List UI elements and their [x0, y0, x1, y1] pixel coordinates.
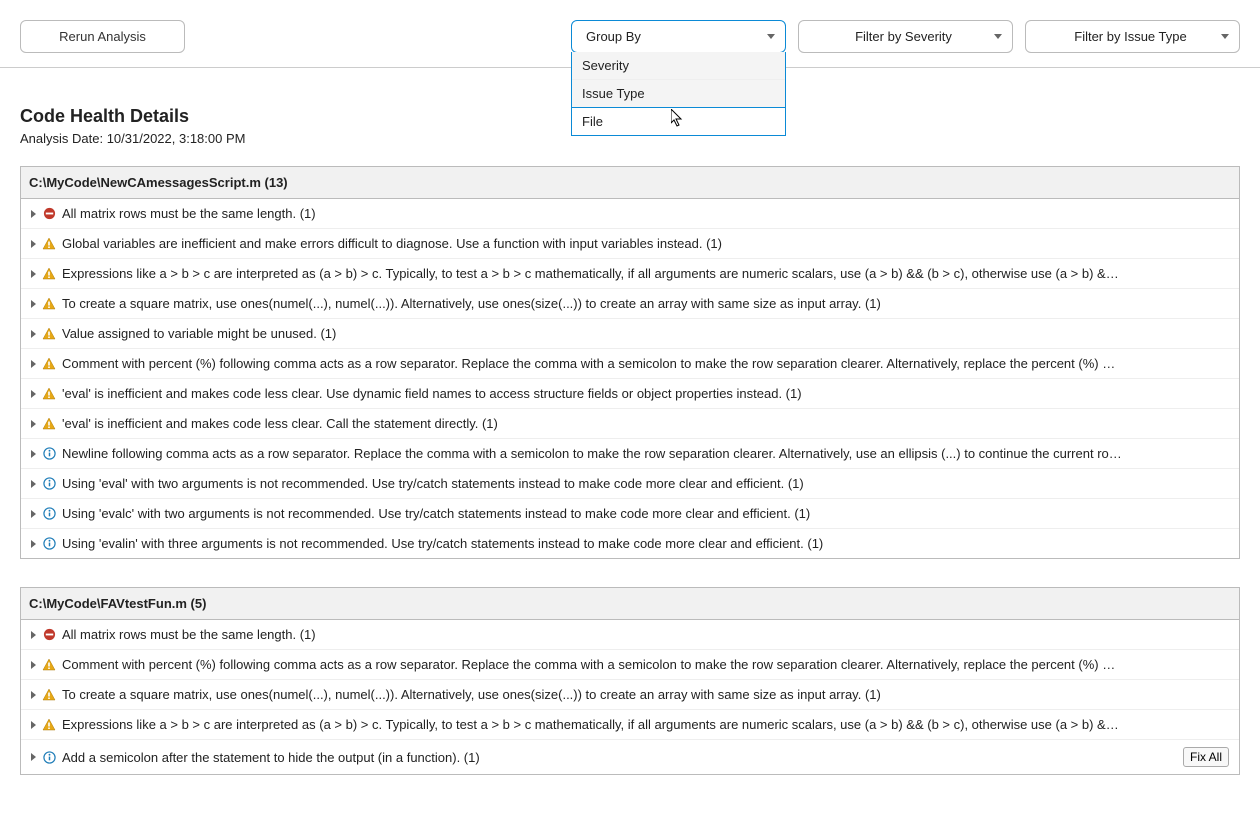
file-group-header[interactable]: C:\MyCode\NewCAmessagesScript.m (13) [21, 167, 1239, 199]
issue-text: Comment with percent (%) following comma… [62, 657, 1229, 672]
issue-row[interactable]: 'eval' is inefficient and makes code les… [21, 379, 1239, 409]
issue-row[interactable]: Expressions like a > b > c are interpret… [21, 259, 1239, 289]
issue-row[interactable]: Using 'evalc' with two arguments is not … [21, 499, 1239, 529]
expand-arrow-icon[interactable] [31, 480, 36, 488]
issue-row[interactable]: To create a square matrix, use ones(nume… [21, 680, 1239, 710]
issue-text: Comment with percent (%) following comma… [62, 356, 1229, 371]
warn-icon [42, 237, 56, 251]
expand-arrow-icon[interactable] [31, 360, 36, 368]
expand-arrow-icon[interactable] [31, 721, 36, 729]
expand-arrow-icon[interactable] [31, 270, 36, 278]
expand-arrow-icon[interactable] [31, 450, 36, 458]
issue-text: To create a square matrix, use ones(nume… [62, 687, 1229, 702]
filter-issuetype-label: Filter by Issue Type [1040, 29, 1221, 44]
groupby-select[interactable]: Group By Severity Issue Type File [571, 20, 786, 53]
expand-arrow-icon[interactable] [31, 540, 36, 548]
issue-text: All matrix rows must be the same length.… [62, 206, 1229, 221]
warn-icon [42, 688, 56, 702]
groupby-option-file[interactable]: File [571, 107, 786, 136]
issue-text: Using 'eval' with two arguments is not r… [62, 476, 1229, 491]
issue-row[interactable]: Newline following comma acts as a row se… [21, 439, 1239, 469]
issue-row[interactable]: Expressions like a > b > c are interpret… [21, 710, 1239, 740]
chevron-down-icon [994, 34, 1002, 39]
issue-text: Using 'evalc' with two arguments is not … [62, 506, 1229, 521]
issue-text: Using 'evalin' with three arguments is n… [62, 536, 1229, 551]
chevron-down-icon [767, 34, 775, 39]
info-icon [42, 447, 56, 461]
warn-icon [42, 658, 56, 672]
info-icon [42, 537, 56, 551]
expand-arrow-icon[interactable] [31, 691, 36, 699]
expand-arrow-icon[interactable] [31, 210, 36, 218]
issue-row[interactable]: 'eval' is inefficient and makes code les… [21, 409, 1239, 439]
issue-row[interactable]: All matrix rows must be the same length.… [21, 199, 1239, 229]
file-group-header[interactable]: C:\MyCode\FAVtestFun.m (5) [21, 588, 1239, 620]
warn-icon [42, 267, 56, 281]
issue-text: Expressions like a > b > c are interpret… [62, 266, 1229, 281]
groupby-option-severity[interactable]: Severity [572, 52, 785, 80]
issue-row[interactable]: Using 'evalin' with three arguments is n… [21, 529, 1239, 558]
toolbar-select-group: Group By Severity Issue Type File Filter… [571, 20, 1240, 53]
issue-text: Add a semicolon after the statement to h… [62, 750, 1169, 765]
issue-text: 'eval' is inefficient and makes code les… [62, 386, 1229, 401]
expand-arrow-icon[interactable] [31, 661, 36, 669]
filter-issuetype-select[interactable]: Filter by Issue Type [1025, 20, 1240, 53]
warn-icon [42, 387, 56, 401]
issue-row[interactable]: Using 'eval' with two arguments is not r… [21, 469, 1239, 499]
info-icon [42, 750, 56, 764]
issue-text: Expressions like a > b > c are interpret… [62, 717, 1229, 732]
issue-row[interactable]: Global variables are inefficient and mak… [21, 229, 1239, 259]
file-group: C:\MyCode\NewCAmessagesScript.m (13) All … [20, 166, 1240, 559]
info-icon [42, 507, 56, 521]
expand-arrow-icon[interactable] [31, 240, 36, 248]
issue-text: All matrix rows must be the same length.… [62, 627, 1229, 642]
error-icon [42, 207, 56, 221]
chevron-down-icon [1221, 34, 1229, 39]
issue-text: To create a square matrix, use ones(nume… [62, 296, 1229, 311]
file-group: C:\MyCode\FAVtestFun.m (5) All matrix row… [20, 587, 1240, 775]
groupby-label: Group By [586, 29, 641, 44]
groupby-option-issuetype[interactable]: Issue Type [572, 80, 785, 108]
expand-arrow-icon[interactable] [31, 300, 36, 308]
groupby-dropdown: Severity Issue Type File [571, 52, 786, 136]
issue-text: Global variables are inefficient and mak… [62, 236, 1229, 251]
expand-arrow-icon[interactable] [31, 753, 36, 761]
filter-severity-select[interactable]: Filter by Severity [798, 20, 1013, 53]
warn-icon [42, 417, 56, 431]
toolbar: Rerun Analysis Group By Severity Issue T… [0, 0, 1260, 68]
expand-arrow-icon[interactable] [31, 631, 36, 639]
error-icon [42, 628, 56, 642]
expand-arrow-icon[interactable] [31, 420, 36, 428]
warn-icon [42, 718, 56, 732]
info-icon [42, 477, 56, 491]
warn-icon [42, 297, 56, 311]
fix-all-button[interactable]: Fix All [1183, 747, 1229, 767]
content-area: Code Health Details Analysis Date: 10/31… [0, 68, 1260, 821]
issue-text: Newline following comma acts as a row se… [62, 446, 1229, 461]
rerun-analysis-button[interactable]: Rerun Analysis [20, 20, 185, 53]
issue-row[interactable]: To create a square matrix, use ones(nume… [21, 289, 1239, 319]
warn-icon [42, 357, 56, 371]
expand-arrow-icon[interactable] [31, 510, 36, 518]
filter-severity-label: Filter by Severity [813, 29, 994, 44]
issue-text: Value assigned to variable might be unus… [62, 326, 1229, 341]
issue-row[interactable]: Add a semicolon after the statement to h… [21, 740, 1239, 774]
issue-text: 'eval' is inefficient and makes code les… [62, 416, 1229, 431]
issue-row[interactable]: Value assigned to variable might be unus… [21, 319, 1239, 349]
expand-arrow-icon[interactable] [31, 330, 36, 338]
warn-icon [42, 327, 56, 341]
issue-row[interactable]: Comment with percent (%) following comma… [21, 650, 1239, 680]
issue-row[interactable]: Comment with percent (%) following comma… [21, 349, 1239, 379]
expand-arrow-icon[interactable] [31, 390, 36, 398]
issue-row[interactable]: All matrix rows must be the same length.… [21, 620, 1239, 650]
